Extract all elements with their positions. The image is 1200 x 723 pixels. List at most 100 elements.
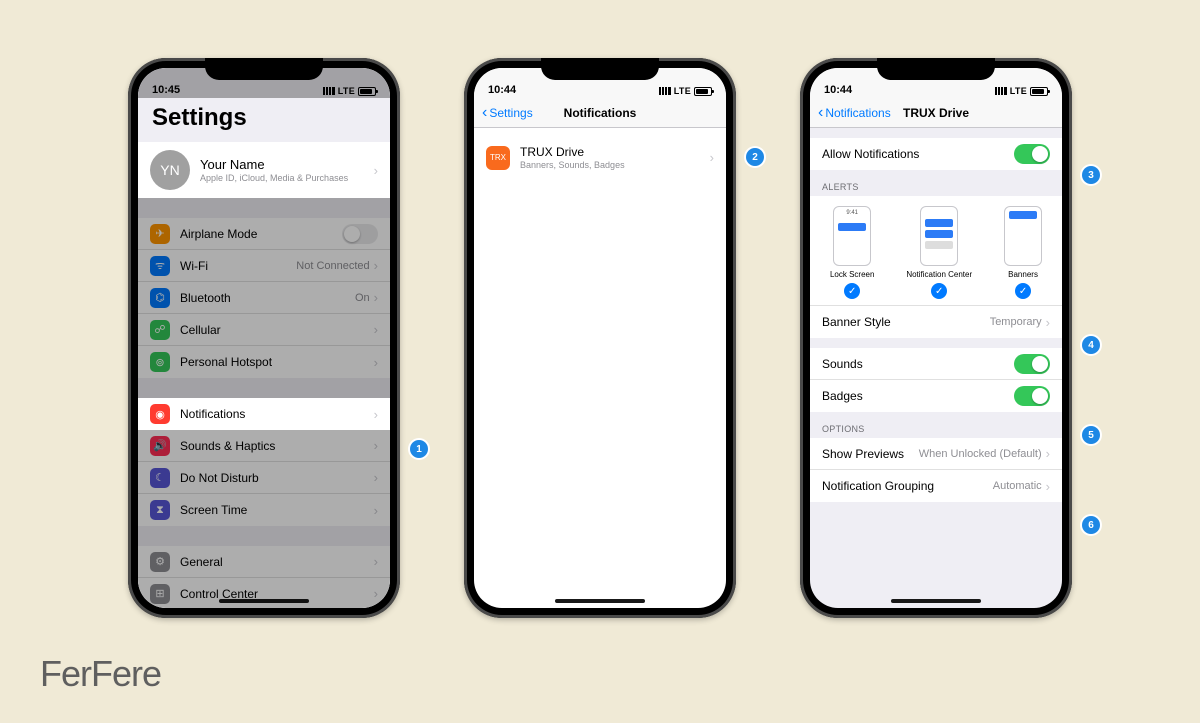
thumb-lock: [833, 206, 871, 266]
chevron-left-icon: ‹: [818, 105, 823, 121]
chevron-left-icon: ‹: [482, 105, 487, 121]
phone-3: 10:44 LTE ‹ Notifications TRUX Drive All…: [800, 58, 1072, 618]
dnd-icon: ☾: [150, 468, 170, 488]
cellular-icon: ☍: [150, 320, 170, 340]
row-sounds[interactable]: 🔊 Sounds & Haptics ›: [138, 430, 390, 462]
profile-sub: Apple ID, iCloud, Media & Purchases: [200, 173, 374, 183]
row-banner-style[interactable]: Banner Style Temporary ›: [810, 306, 1062, 338]
toggle-badges[interactable]: [1014, 386, 1050, 406]
status-right: LTE: [995, 86, 1048, 96]
alert-lock-screen[interactable]: Lock Screen ✓: [830, 206, 874, 299]
row-label: Banner Style: [822, 315, 990, 329]
signal-icon: [323, 87, 335, 95]
row-show-previews[interactable]: Show Previews When Unlocked (Default) ›: [810, 438, 1062, 470]
status-time: 10:45: [152, 84, 180, 96]
avatar: YN: [150, 150, 190, 190]
alert-banners[interactable]: Banners ✓: [1004, 206, 1042, 299]
bluetooth-icon: ⌬: [150, 288, 170, 308]
row-bluetooth[interactable]: ⌬ Bluetooth On ›: [138, 282, 390, 314]
control-center-icon: ⊞: [150, 584, 170, 604]
check-icon: ✓: [931, 283, 947, 299]
status-carrier: LTE: [674, 86, 691, 96]
row-hotspot[interactable]: ⊚ Personal Hotspot ›: [138, 346, 390, 378]
nav-bar: ‹ Settings Notifications: [474, 98, 726, 128]
chevron-right-icon: ›: [374, 258, 378, 273]
toggle-sounds[interactable]: [1014, 354, 1050, 374]
row-badges[interactable]: Badges: [810, 380, 1062, 412]
row-detail: Not Connected: [296, 260, 369, 272]
nav-bar: ‹ Notifications TRUX Drive: [810, 98, 1062, 128]
chevron-right-icon: ›: [374, 586, 378, 601]
row-notifications[interactable]: ◉ Notifications ›: [138, 398, 390, 430]
row-label: Wi-Fi: [180, 259, 296, 273]
alert-styles: Lock Screen ✓ Notification Center ✓ Bann…: [810, 196, 1062, 306]
row-detail: When Unlocked (Default): [919, 448, 1042, 460]
thumb-ban: [1004, 206, 1042, 266]
phone-1: 10:45 LTE Settings YN Your Name Apple ID…: [128, 58, 400, 618]
profile-row[interactable]: YN Your Name Apple ID, iCloud, Media & P…: [138, 142, 390, 198]
status-carrier: LTE: [338, 86, 355, 96]
connectivity-group: ✈ Airplane Mode ᯤ Wi-Fi Not Connected › …: [138, 218, 390, 378]
home-indicator[interactable]: [891, 599, 981, 603]
app-name: TRUX Drive: [520, 145, 710, 159]
screen-notifications: 10:44 LTE ‹ Settings Notifications TRX: [474, 68, 726, 608]
alert-notification-center[interactable]: Notification Center ✓: [906, 206, 972, 299]
section-options: OPTIONS: [810, 412, 1062, 438]
notch: [541, 58, 659, 80]
row-airplane[interactable]: ✈ Airplane Mode: [138, 218, 390, 250]
back-button[interactable]: ‹ Settings: [482, 105, 533, 121]
row-sounds[interactable]: Sounds: [810, 348, 1062, 380]
row-screentime[interactable]: ⧗ Screen Time ›: [138, 494, 390, 526]
row-general[interactable]: ⚙ General ›: [138, 546, 390, 578]
callout-4: 4: [1082, 336, 1100, 354]
row-label: Show Previews: [822, 447, 919, 461]
status-carrier: LTE: [1010, 86, 1027, 96]
home-indicator[interactable]: [219, 599, 309, 603]
status-right: LTE: [323, 86, 376, 96]
sounds-icon: 🔊: [150, 436, 170, 456]
row-label: Screen Time: [180, 503, 374, 517]
row-detail: On: [355, 292, 370, 304]
app-list: TRX TRUX Drive Banners, Sounds, Badges ›: [474, 138, 726, 177]
chevron-right-icon: ›: [374, 407, 378, 422]
chevron-right-icon: ›: [374, 470, 378, 485]
battery-icon: [1030, 87, 1048, 96]
home-indicator[interactable]: [555, 599, 645, 603]
alert-cap: Notification Center: [906, 270, 972, 279]
watermark: FerFere: [40, 653, 161, 695]
gear-icon: ⚙: [150, 552, 170, 572]
app-icon: TRX: [486, 146, 510, 170]
row-detail: Automatic: [993, 480, 1042, 492]
back-button[interactable]: ‹ Notifications: [818, 105, 891, 121]
chevron-right-icon: ›: [374, 503, 378, 518]
row-trux-drive[interactable]: TRX TRUX Drive Banners, Sounds, Badges ›: [474, 138, 726, 177]
toggle-airplane[interactable]: [342, 224, 378, 244]
row-control-center[interactable]: ⊞ Control Center ›: [138, 578, 390, 608]
notifications-group-hl: ◉ Notifications ›: [138, 398, 390, 430]
notch: [205, 58, 323, 80]
chevron-right-icon: ›: [1046, 479, 1050, 494]
row-wifi[interactable]: ᯤ Wi-Fi Not Connected ›: [138, 250, 390, 282]
row-label: Allow Notifications: [822, 147, 1014, 161]
section-alerts: ALERTS: [810, 170, 1062, 196]
row-grouping[interactable]: Notification Grouping Automatic ›: [810, 470, 1062, 502]
row-allow-notifications[interactable]: Allow Notifications: [810, 138, 1062, 170]
chevron-right-icon: ›: [374, 163, 378, 178]
status-right: LTE: [659, 86, 712, 96]
battery-icon: [358, 87, 376, 96]
signal-icon: [995, 87, 1007, 95]
screen-app-notifications: 10:44 LTE ‹ Notifications TRUX Drive All…: [810, 68, 1062, 608]
callout-3: 3: [1082, 166, 1100, 184]
row-cellular[interactable]: ☍ Cellular ›: [138, 314, 390, 346]
status-time: 10:44: [488, 84, 516, 96]
row-label: Do Not Disturb: [180, 471, 374, 485]
back-label: Settings: [489, 106, 532, 120]
toggle-allow[interactable]: [1014, 144, 1050, 164]
row-label: Airplane Mode: [180, 227, 342, 241]
check-icon: ✓: [844, 283, 860, 299]
alert-cap: Lock Screen: [830, 270, 874, 279]
row-detail: Temporary: [990, 316, 1042, 328]
callout-2: 2: [746, 148, 764, 166]
row-dnd[interactable]: ☾ Do Not Disturb ›: [138, 462, 390, 494]
callout-5: 5: [1082, 426, 1100, 444]
